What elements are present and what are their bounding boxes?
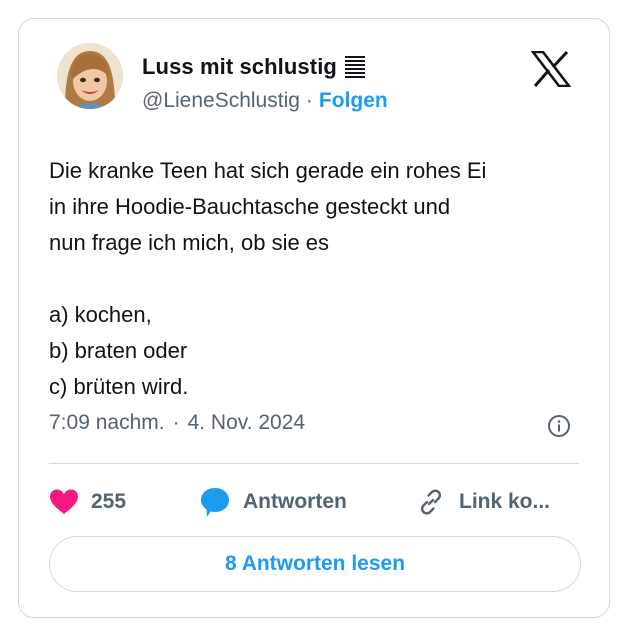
info-icon[interactable] — [547, 414, 571, 438]
tweet-card: Luss mit schlustig @LieneSchlustig · Fol… — [18, 18, 610, 618]
display-name[interactable]: Luss mit schlustig — [142, 54, 337, 80]
avatar-image — [57, 43, 123, 109]
speech-bubble-icon — [201, 488, 229, 517]
heart-icon — [50, 489, 78, 514]
action-bar: 255 Antworten Link ko... — [49, 482, 581, 522]
stack-lines-icon — [344, 55, 365, 79]
follow-button[interactable]: Folgen — [319, 89, 388, 113]
avatar[interactable] — [57, 43, 123, 109]
link-icon — [420, 489, 442, 515]
like-button[interactable]: 255 — [49, 488, 199, 516]
divider — [49, 463, 579, 464]
reply-button[interactable]: Antworten — [199, 486, 415, 518]
timestamp-separator: · — [172, 411, 180, 434]
tweet-text: Die kranke Teen hat sich gerade ein rohe… — [49, 158, 487, 399]
read-replies-button[interactable]: 8 Antworten lesen — [49, 536, 581, 592]
x-logo-icon[interactable] — [530, 50, 572, 88]
reply-label: Antworten — [243, 490, 347, 513]
copy-link-button[interactable]: Link ko... — [415, 486, 550, 518]
author-block: Luss mit schlustig @LieneSchlustig · Fol… — [142, 53, 388, 113]
tweet-date[interactable]: 4. Nov. 2024 — [188, 411, 306, 435]
handle-separator: · — [305, 89, 313, 112]
user-handle[interactable]: @LieneSchlustig — [142, 89, 300, 113]
copy-link-label: Link ko... — [459, 490, 551, 513]
tweet-time[interactable]: 7:09 nachm. — [49, 411, 165, 435]
timestamp[interactable]: 7:09 nachm. · 4. Nov. 2024 — [49, 411, 305, 435]
like-count: 255 — [91, 490, 127, 513]
